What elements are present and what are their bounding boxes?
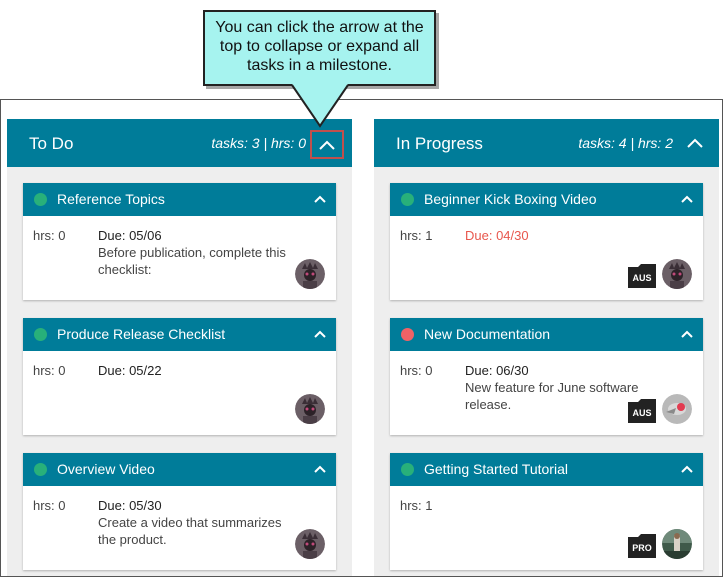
task-card[interactable]: Overview Video hrs: 0 Due: 05/30 Create … — [23, 453, 336, 570]
user-avatar[interactable] — [662, 529, 692, 559]
card-description: Create a video that summarizes the produ… — [98, 515, 282, 547]
status-dot — [401, 463, 414, 476]
chevron-up-icon[interactable] — [312, 326, 328, 342]
chevron-up-icon[interactable] — [312, 461, 328, 477]
card-title: Overview Video — [57, 461, 155, 477]
column-header: In Progress tasks: 4 | hrs: 2 — [374, 119, 719, 167]
card-title: Beginner Kick Boxing Video — [424, 191, 597, 207]
chevron-up-icon — [687, 138, 703, 148]
chevron-up-icon[interactable] — [679, 461, 695, 477]
card-due-date: Due: 06/30 — [465, 363, 529, 378]
tooltip-callout: You can click the arrow at the top to co… — [203, 10, 436, 86]
card-title: New Documentation — [424, 326, 551, 342]
card-hours: hrs: 0 — [33, 228, 66, 243]
status-dot — [34, 328, 47, 341]
callout-pointer — [291, 84, 349, 128]
card-hours: hrs: 0 — [400, 363, 433, 378]
task-card[interactable]: Reference Topics hrs: 0 Due: 05/06 Befor… — [23, 183, 336, 300]
user-avatar[interactable] — [662, 394, 692, 424]
chevron-up-icon[interactable] — [679, 191, 695, 207]
card-title: Produce Release Checklist — [57, 326, 226, 342]
collapse-all-button[interactable] — [683, 132, 707, 154]
column-stats: tasks: 4 | hrs: 2 — [578, 135, 673, 151]
user-avatar[interactable] — [295, 259, 325, 289]
status-dot — [34, 193, 47, 206]
column-todo: To Do tasks: 3 | hrs: 0 Reference Topics… — [7, 119, 352, 576]
task-card[interactable]: Getting Started Tutorial hrs: 1 PRO — [390, 453, 703, 570]
card-hours: hrs: 1 — [400, 498, 433, 513]
card-hours: hrs: 0 — [33, 498, 66, 513]
card-header: New Documentation — [390, 318, 703, 351]
collapse-all-button[interactable] — [310, 130, 344, 159]
column-title: To Do — [29, 134, 74, 153]
column-stats: tasks: 3 | hrs: 0 — [211, 135, 306, 151]
card-title: Getting Started Tutorial — [424, 461, 568, 477]
status-dot — [34, 463, 47, 476]
card-due-date: Due: 05/30 — [98, 498, 162, 513]
task-card[interactable]: New Documentation hrs: 0 Due: 06/30 New … — [390, 318, 703, 435]
column-in-progress: In Progress tasks: 4 | hrs: 2 Beginner K… — [374, 119, 719, 576]
card-title: Reference Topics — [57, 191, 165, 207]
badge-label: AUS — [632, 408, 652, 418]
chevron-up-icon[interactable] — [679, 326, 695, 342]
badge-label: PRO — [632, 543, 652, 553]
card-due-date: Due: 05/22 — [98, 363, 162, 378]
badge-label: AUS — [632, 273, 652, 283]
card-due-date: Due: 04/30 — [465, 228, 529, 243]
column-title: In Progress — [396, 134, 483, 153]
user-avatar[interactable] — [295, 394, 325, 424]
task-card[interactable]: Beginner Kick Boxing Video hrs: 1 Due: 0… — [390, 183, 703, 300]
card-due-date: Due: 05/06 — [98, 228, 162, 243]
kanban-board: To Do tasks: 3 | hrs: 0 Reference Topics… — [0, 99, 723, 577]
user-avatar[interactable] — [295, 529, 325, 559]
callout-text: You can click the arrow at the top to co… — [215, 19, 424, 74]
project-badge[interactable]: PRO — [628, 534, 656, 558]
card-header: Reference Topics — [23, 183, 336, 216]
card-hours: hrs: 1 — [400, 228, 433, 243]
project-badge[interactable]: AUS — [628, 399, 656, 423]
status-dot — [401, 193, 414, 206]
card-hours: hrs: 0 — [33, 363, 66, 378]
task-card[interactable]: Produce Release Checklist hrs: 0 Due: 05… — [23, 318, 336, 435]
card-description: Before publication, complete this checkl… — [98, 245, 286, 277]
card-header: Overview Video — [23, 453, 336, 486]
user-avatar[interactable] — [662, 259, 692, 289]
card-header: Getting Started Tutorial — [390, 453, 703, 486]
card-header: Beginner Kick Boxing Video — [390, 183, 703, 216]
chevron-up-icon[interactable] — [312, 191, 328, 207]
project-badge[interactable]: AUS — [628, 264, 656, 288]
card-header: Produce Release Checklist — [23, 318, 336, 351]
chevron-up-icon — [319, 140, 335, 150]
status-dot — [401, 328, 414, 341]
